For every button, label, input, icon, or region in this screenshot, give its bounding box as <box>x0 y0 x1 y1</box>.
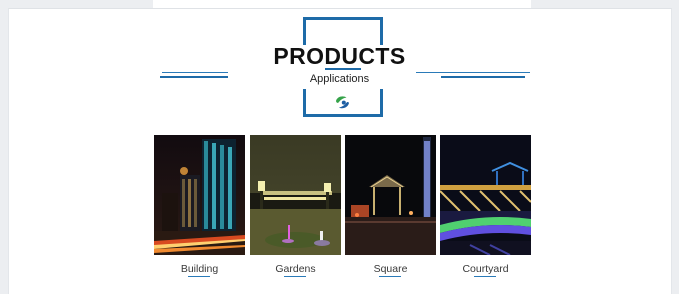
application-card-gardens[interactable] <box>250 135 341 255</box>
green-leaf-logo-icon <box>334 94 351 111</box>
night-building-facade-photo <box>154 135 245 255</box>
caption-underline <box>474 276 496 277</box>
application-card-courtyard[interactable] <box>440 135 531 255</box>
caption-underline <box>188 276 210 277</box>
section-title: PRODUCTS <box>273 43 406 69</box>
caption-gardens[interactable]: Gardens <box>250 263 341 275</box>
caption-square[interactable]: Square <box>345 263 436 275</box>
garden-lamps-fountain-photo <box>250 135 341 255</box>
title-underline <box>325 68 361 70</box>
top-strip <box>153 0 531 8</box>
application-card-square[interactable] <box>345 135 436 255</box>
courtyard-bridge-lights-photo <box>440 135 531 255</box>
caption-courtyard[interactable]: Courtyard <box>440 263 531 275</box>
section-subtitle: Applications <box>309 73 370 85</box>
caption-underline <box>284 276 306 277</box>
application-card-building[interactable] <box>154 135 245 255</box>
caption-underline <box>379 276 401 277</box>
title-frame-top <box>303 17 383 45</box>
square-pavilion-lights-photo <box>345 135 436 255</box>
caption-building[interactable]: Building <box>154 263 245 275</box>
